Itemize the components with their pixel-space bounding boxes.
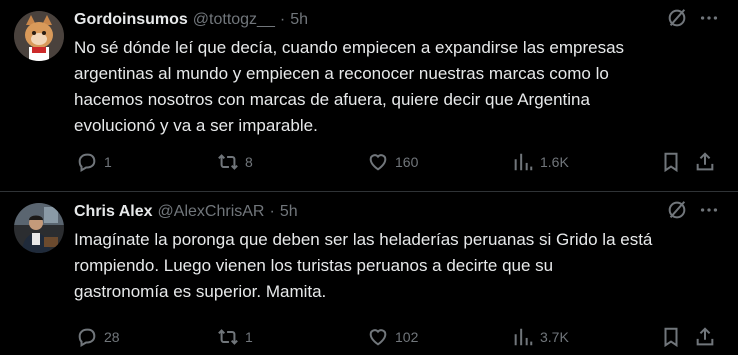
- author-handle[interactable]: @AlexChrisAR: [158, 203, 265, 221]
- grok-icon[interactable]: [666, 7, 688, 29]
- like-count: 102: [395, 329, 419, 345]
- share-icon: [694, 326, 716, 348]
- heart-icon: [367, 326, 389, 348]
- views-icon: [512, 326, 534, 348]
- avatar[interactable]: [14, 11, 64, 61]
- reply-button[interactable]: 1: [76, 150, 112, 174]
- repost-count: 1: [245, 329, 253, 345]
- tweet-actions: 28 1 102 3.7K: [74, 325, 720, 349]
- heart-icon: [367, 151, 389, 173]
- timestamp[interactable]: 5h: [290, 11, 308, 29]
- person-avatar-image: [14, 203, 64, 253]
- author-name[interactable]: Chris Alex: [74, 203, 153, 221]
- like-button[interactable]: 102: [367, 325, 418, 349]
- views-button[interactable]: 3.7K: [512, 325, 569, 349]
- bookmark-button[interactable]: [660, 325, 682, 349]
- tweet-actions: 1 8 160 1.6K: [74, 150, 720, 174]
- repost-count: 8: [245, 154, 253, 170]
- timestamp[interactable]: 5h: [280, 203, 298, 221]
- tweet-header: Chris Alex @AlexChrisAR · 5h: [74, 202, 718, 222]
- tweet[interactable]: Chris Alex @AlexChrisAR · 5h Imagínate l…: [0, 192, 738, 355]
- views-button[interactable]: 1.6K: [512, 150, 569, 174]
- more-icon[interactable]: [698, 7, 720, 29]
- reply-count: 1: [104, 154, 112, 170]
- author-name[interactable]: Gordoinsumos: [74, 11, 188, 29]
- grok-icon[interactable]: [666, 199, 688, 221]
- reply-icon: [76, 326, 98, 348]
- repost-button[interactable]: 8: [217, 150, 253, 174]
- tweet-feed: Gordoinsumos @tottogz__ · 5h No sé dónde…: [0, 0, 738, 355]
- avatar[interactable]: [14, 203, 64, 253]
- author-handle[interactable]: @tottogz__: [193, 11, 275, 29]
- tweet[interactable]: Gordoinsumos @tottogz__ · 5h No sé dónde…: [0, 0, 738, 192]
- bookmark-icon: [660, 151, 682, 173]
- views-icon: [512, 151, 534, 173]
- view-count: 1.6K: [540, 154, 569, 170]
- tweet-header: Gordoinsumos @tottogz__ · 5h: [74, 10, 718, 30]
- share-icon: [694, 151, 716, 173]
- reply-icon: [76, 151, 98, 173]
- tweet-text: Imagínate la poronga que deben ser las h…: [74, 230, 653, 301]
- bookmark-icon: [660, 326, 682, 348]
- separator-dot: ·: [279, 11, 286, 28]
- more-icon[interactable]: [698, 199, 720, 221]
- like-button[interactable]: 160: [367, 150, 418, 174]
- share-button[interactable]: [694, 325, 716, 349]
- repost-icon: [217, 326, 239, 348]
- reply-count: 28: [104, 329, 120, 345]
- bookmark-button[interactable]: [660, 150, 682, 174]
- like-count: 160: [395, 154, 419, 170]
- separator-dot: ·: [269, 203, 275, 220]
- repost-button[interactable]: 1: [217, 325, 253, 349]
- tweet-text: No sé dónde leí que decía, cuando empiec…: [74, 38, 625, 135]
- repost-icon: [217, 151, 239, 173]
- reply-button[interactable]: 28: [76, 325, 120, 349]
- view-count: 3.7K: [540, 329, 569, 345]
- cat-avatar-image: [14, 11, 64, 61]
- share-button[interactable]: [694, 150, 716, 174]
